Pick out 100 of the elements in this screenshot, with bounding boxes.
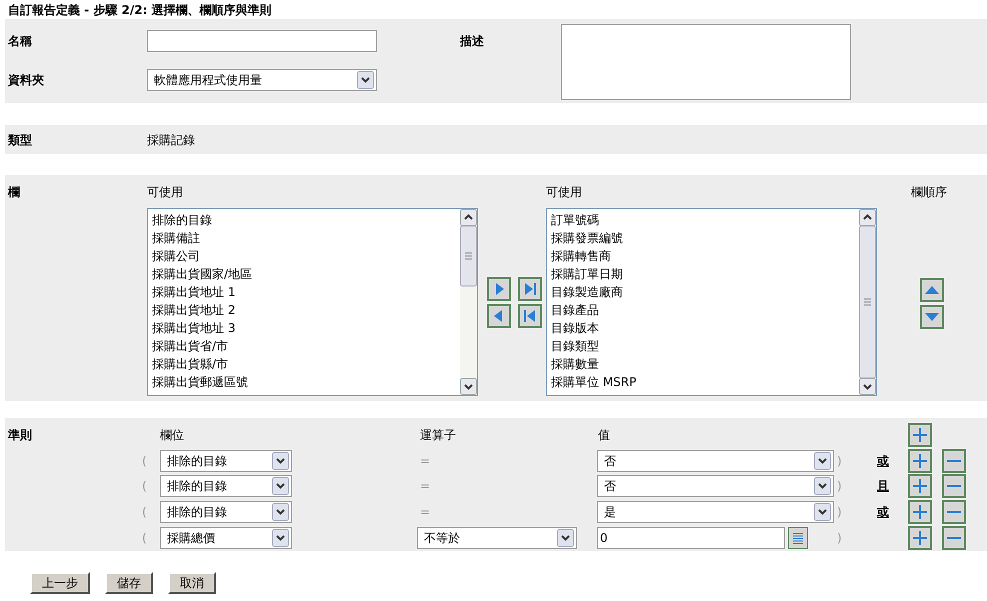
list-heading: 欄順序: [911, 184, 947, 201]
operator-text: =: [419, 504, 430, 522]
plus-icon: [912, 426, 928, 443]
list-item[interactable]: 採購數量: [551, 355, 859, 373]
add-criterion-button[interactable]: [908, 422, 932, 447]
list-item[interactable]: 採購單位 MSRP: [551, 373, 859, 391]
move-all-right-button[interactable]: [518, 277, 542, 301]
listbox[interactable]: 排除的目錄 採購備註 採購公司 採購出貨國家/地區 採購出貨地址 1 採購出貨地址 2 採購出貨地址 3 採購出貨省/市 採購出貨縣/市 採購出貨郵遞區號: [147, 208, 478, 396]
plus-icon: [912, 452, 928, 469]
minus-icon: [947, 485, 961, 488]
list-item[interactable]: 採購備註: [152, 229, 460, 247]
action-button[interactable]: 取消: [168, 572, 216, 594]
remove-criterion-button[interactable]: [942, 448, 966, 473]
list-item[interactable]: 訂單號碼: [551, 211, 859, 229]
move-left-button[interactable]: [487, 304, 511, 328]
column-heading: 運算子: [420, 428, 456, 442]
folder-select[interactable]: 軟體應用程式使用量: [147, 69, 377, 91]
list-button[interactable]: [788, 527, 808, 550]
value-select[interactable]: 是: [597, 501, 834, 524]
value-select[interactable]: 否: [597, 475, 834, 498]
type-value: 採購記錄: [147, 132, 195, 148]
field-select[interactable]: 採購總價: [160, 527, 292, 550]
remove-criterion-button[interactable]: [942, 500, 966, 524]
move-down-button[interactable]: [920, 305, 944, 329]
connector-link[interactable]: 或: [877, 505, 889, 520]
field-select[interactable]: 排除的目錄: [160, 450, 292, 472]
move-right-button[interactable]: [487, 277, 511, 301]
list-item[interactable]: 採購出貨縣/市: [152, 355, 460, 373]
operator-text: =: [419, 452, 430, 470]
parenthesis: (: [142, 531, 147, 546]
page-title: 自訂報告定義 - 步驟 2/2: 選擇欄、欄順序與準則: [7, 2, 273, 19]
list-heading: 可使用: [147, 184, 184, 201]
list-item[interactable]: 採購出貨省/市: [152, 337, 460, 355]
parenthesis: ): [837, 454, 842, 468]
field-select[interactable]: 排除的目錄: [160, 501, 292, 524]
chevron-icon: [272, 529, 289, 548]
chevron-icon: [814, 452, 831, 470]
minus-icon: [947, 460, 961, 462]
column-heading: 欄位: [160, 428, 184, 442]
arrow-to-end-icon: [522, 281, 538, 297]
field-label: 資料夾: [7, 72, 45, 89]
value-select[interactable]: 否: [597, 450, 834, 472]
operator-select[interactable]: 不等於: [417, 527, 577, 550]
list-item[interactable]: 採購發票編號: [551, 229, 859, 247]
remove-criterion-button[interactable]: [942, 526, 966, 550]
list-item[interactable]: 採購出貨地址 2: [152, 301, 460, 319]
description-field[interactable]: [561, 24, 851, 100]
arrow-to-start-icon: [522, 308, 538, 324]
field-label: 類型: [6, 132, 33, 148]
list-heading: 可使用: [546, 184, 583, 201]
column-heading: 值: [598, 428, 610, 442]
action-button[interactable]: 儲存: [105, 572, 153, 594]
plus-icon: [912, 478, 928, 494]
list-item[interactable]: 採購訂單日期: [551, 265, 859, 283]
field-label: 名稱: [6, 33, 33, 50]
chevron-icon: [357, 71, 374, 89]
list-item[interactable]: 採購公司: [152, 247, 460, 265]
listbox[interactable]: 訂單號碼 採購發票編號 採購轉售商 採購訂單日期 目錄製造廠商 目錄產品 目錄版本 目錄類型 採購數量 採購單位 MSRP: [546, 208, 877, 396]
connector-link[interactable]: 且: [877, 479, 889, 494]
parenthesis: ): [837, 479, 842, 494]
add-criterion-button[interactable]: [908, 500, 932, 524]
add-criterion-button[interactable]: [908, 448, 932, 473]
chevron-icon: [814, 477, 831, 496]
parenthesis: (: [142, 479, 147, 494]
list-item[interactable]: 排除的目錄: [152, 211, 460, 229]
list-item[interactable]: 目錄製造廠商: [551, 283, 859, 301]
minus-icon: [947, 537, 961, 540]
list-item[interactable]: 採購出貨地址 3: [152, 319, 460, 337]
list-icon: [792, 532, 804, 544]
list-item[interactable]: 採購出貨國家/地區: [152, 265, 460, 283]
action-button[interactable]: 上一步: [30, 572, 90, 594]
field-label: 欄: [8, 185, 20, 199]
add-criterion-button[interactable]: [908, 474, 932, 498]
list-item[interactable]: 採購轉售商: [551, 247, 859, 265]
plus-icon: [912, 504, 928, 520]
chevron-icon: [272, 452, 289, 470]
connector-link[interactable]: 或: [877, 454, 889, 468]
remove-criterion-button[interactable]: [942, 474, 966, 498]
chevron-icon: [272, 503, 289, 522]
list-item[interactable]: 目錄產品: [551, 301, 859, 319]
plus-icon: [912, 530, 928, 546]
move-all-left-button[interactable]: [518, 304, 542, 328]
field-label: 描述: [460, 33, 484, 50]
chevron-icon: [557, 529, 574, 548]
list-item[interactable]: 目錄類型: [551, 337, 859, 355]
parenthesis: ): [837, 505, 842, 520]
chevron-icon: [272, 477, 289, 496]
name-field[interactable]: [147, 30, 377, 52]
minus-icon: [947, 511, 961, 514]
add-criterion-button[interactable]: [908, 526, 932, 550]
parenthesis: (: [142, 505, 147, 520]
field-select[interactable]: 排除的目錄: [160, 475, 292, 498]
parenthesis: ): [837, 531, 842, 546]
list-item[interactable]: 目錄版本: [551, 319, 859, 337]
value-field[interactable]: 0: [597, 527, 785, 550]
operator-text: =: [419, 478, 430, 496]
field-label: 準則: [8, 428, 32, 442]
list-item[interactable]: 採購出貨地址 1: [152, 283, 460, 301]
move-up-button[interactable]: [920, 278, 944, 302]
list-item[interactable]: 採購出貨郵遞區號: [152, 373, 460, 391]
